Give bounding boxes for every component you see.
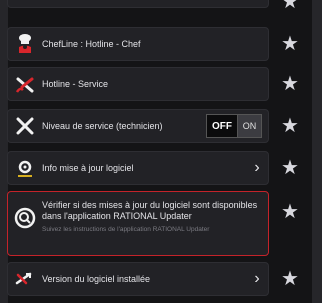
star-button-top[interactable]: ★	[272, 0, 308, 12]
chevron-right-icon: ›	[254, 270, 260, 287]
check-updates-text: Vérifier si des mises à jour du logiciel…	[42, 192, 268, 234]
row-label: Hotline - Service	[42, 78, 109, 89]
partial-top-row[interactable]	[7, 0, 269, 8]
row-check-updates[interactable]: Vérifier si des mises à jour du logiciel…	[7, 191, 269, 256]
row-label: Version du logiciel installée	[42, 273, 151, 284]
toggle-on[interactable]: ON	[238, 114, 262, 138]
star-icon: ★	[281, 73, 299, 95]
chevron-right-icon: ›	[254, 159, 260, 176]
row-update-info[interactable]: Info mise à jour logiciel ›	[7, 151, 269, 185]
scrollbar-track[interactable]	[312, 0, 322, 303]
hotline-icon	[8, 69, 42, 99]
row-label: Info mise à jour logiciel	[42, 162, 134, 173]
star-button-chefline[interactable]: ★	[272, 34, 308, 54]
search-update-icon	[8, 198, 42, 238]
service-level-toggle[interactable]: OFF ON	[206, 114, 262, 138]
row-hotline-service[interactable]: Hotline - Service	[7, 67, 269, 101]
star-icon: ★	[281, 115, 299, 137]
row-service-level[interactable]: Niveau de service (technicien) OFF ON	[7, 109, 269, 143]
gear-info-icon	[8, 153, 42, 183]
star-icon: ★	[281, 201, 299, 223]
star-icon: ★	[281, 33, 299, 55]
row-label: Vérifier si des mises à jour du logiciel…	[42, 200, 258, 221]
row-sub-label: Suivez les instructions de l'application…	[42, 226, 210, 233]
partial-icon	[8, 0, 42, 12]
star-button-version[interactable]: ★	[272, 269, 308, 289]
toggle-off[interactable]: OFF	[206, 114, 238, 138]
star-button-check-updates[interactable]: ★	[272, 202, 308, 222]
version-icon	[8, 264, 42, 294]
row-software-version[interactable]: Version du logiciel installée ›	[7, 262, 269, 296]
row-chefline[interactable]: ChefLine : Hotline - Chef	[7, 27, 269, 61]
star-icon: ★	[281, 157, 299, 179]
star-button-service-level[interactable]: ★	[272, 116, 308, 136]
star-button-hotline[interactable]: ★	[272, 74, 308, 94]
star-icon: ★	[281, 0, 299, 13]
row-label: ChefLine : Hotline - Chef	[42, 38, 141, 49]
star-button-update-info[interactable]: ★	[272, 158, 308, 178]
tools-icon	[8, 111, 42, 141]
chef-icon	[8, 29, 42, 59]
row-label: Niveau de service (technicien)	[42, 120, 163, 131]
star-icon: ★	[281, 268, 299, 290]
